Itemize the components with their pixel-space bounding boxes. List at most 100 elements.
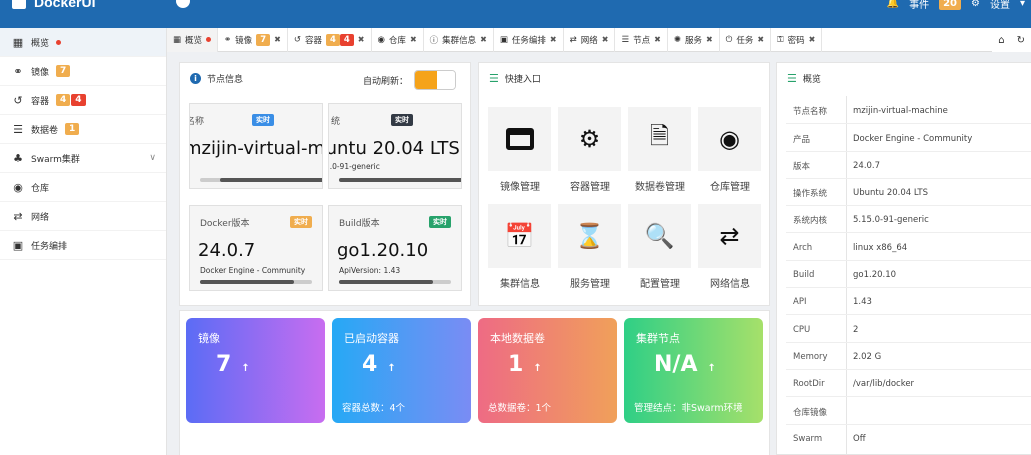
quick-containers-tile[interactable]: ⚙ [558,107,621,171]
stat-value: 7 ↑ [216,352,250,377]
tab-registry[interactable]: ◉ 仓库 ✖ [372,27,424,52]
quick-volumes-tile[interactable]: 🗎 [628,107,691,171]
stat-cluster-nodes[interactable]: 集群节点 N/A ↑ 管理结点：非Swarm环境 [624,318,763,423]
refresh-icon[interactable]: ↻ [1017,35,1025,46]
close-icon[interactable]: ✖ [480,35,487,44]
registry-icon: ◉ [13,180,23,194]
table-row: 产品 Docker Engine - Community [786,127,1031,152]
quick-network-tile[interactable]: ⇄ [698,204,761,268]
tab-label: 节点 [633,35,651,46]
quick-images-tile[interactable] [488,107,551,171]
quick-config-label[interactable]: 配置管理 [625,275,695,290]
quick-registry-tile[interactable]: ◉ [698,107,761,171]
sidebar-item-label: 仓库 [31,183,50,194]
dashboard-icon: ▦ [173,34,182,45]
node-name-value: mzijin-virtual-m... [189,138,323,159]
table-row: Build go1.20.10 [786,263,1031,288]
chevron-double-down-icon[interactable]: ∨ [149,153,156,163]
app-brand[interactable]: DockerUI [12,0,95,10]
quick-services-tile[interactable]: ⌛ [558,204,621,268]
quick-cluster-tile[interactable]: 📅 [488,204,551,268]
top-bar: DockerUI 🔔 事件 20 ⚙ 设置 ▾ [0,0,1031,28]
quick-volumes-label[interactable]: 数据卷管理 [625,178,695,193]
quick-network-label[interactable]: 网络信息 [695,275,765,290]
row-value: 1.43 [853,296,872,307]
stat-images[interactable]: 镜像 7 ↑ [186,318,325,423]
row-value: Ubuntu 20.04 LTS [853,187,929,198]
quick-services-label[interactable]: 服务管理 [555,275,625,290]
sidebar-item-overview[interactable]: ▦ 概览 [0,28,166,57]
sidebar-item-network[interactable]: ⇄ 网络 [0,202,166,231]
settings-label[interactable]: 设置 [990,0,1010,11]
row-key: 版本 [793,161,811,172]
quick-containers-label[interactable]: 容器管理 [555,178,625,193]
close-icon[interactable]: ✖ [274,35,281,44]
sidebar-item-containers[interactable]: ↺ 容器 4 4 [0,86,166,115]
sidebar: ▦ 概览 ⚭ 镜像 7 ↺ 容器 4 4 ☰ 数据卷 1 ♣ Swarm集群 ∨… [0,28,167,455]
table-row: Swarm Off [786,427,1031,452]
tab-badge: 7 [256,33,271,46]
events-badge[interactable]: 20 [939,0,961,10]
bell-icon[interactable]: 🔔 [887,0,899,9]
row-value: go1.20.10 [853,269,897,280]
quick-registry-label[interactable]: 仓库管理 [695,178,765,193]
compose-icon: ▣ [12,238,24,252]
realtime-tag: 实时 [391,114,413,126]
tab-network[interactable]: ⇄ 网络 ✖ [564,27,616,52]
stat-title: 已启动容器 [344,332,399,345]
close-icon[interactable]: ✖ [358,35,365,44]
close-icon[interactable]: ✖ [757,35,764,44]
table-row: 节点名称 mzijin-virtual-machine [786,99,1031,124]
stat-volumes[interactable]: 本地数据卷 1 ↑ 总数据卷：1个 [478,318,617,423]
tab-tasks[interactable]: ⏻ 任务 ✖ [720,27,772,52]
close-icon[interactable]: ✖ [550,35,557,44]
docker-version-value: 24.0.7 [198,240,256,261]
row-value: linux x86_64 [853,242,908,253]
close-icon[interactable]: ✖ [809,35,816,44]
stat-value: 4 ↑ [362,352,396,377]
card-label: 名称 [190,117,205,127]
gear-icon[interactable]: ⚙ [971,0,980,9]
tab-badge: 4 [339,33,354,46]
stat-number: 1 [508,352,524,377]
tab-secrets[interactable]: ⚿ 密码 ✖ [771,27,823,52]
row-key: Arch [793,242,813,253]
home-icon[interactable]: ⌂ [998,35,1004,46]
close-icon[interactable]: ✖ [410,35,417,44]
quick-cluster-label[interactable]: 集群信息 [485,275,555,290]
events-label[interactable]: 事件 [909,0,929,11]
tab-containers[interactable]: ↺ 容器 4 4 ✖ [288,27,372,52]
sidebar-item-compose[interactable]: ▣ 任务编排 [0,231,166,260]
quick-config-tile[interactable]: 🔍 [628,204,691,268]
os-value: Ubuntu 20.04 LTS [329,138,460,159]
quick-images-label[interactable]: 镜像管理 [485,178,555,193]
tab-overview[interactable]: ▦ 概览 [167,27,219,52]
sidebar-item-registry[interactable]: ◉ 仓库 [0,173,166,202]
tab-cluster-info[interactable]: ⓘ 集群信息 ✖ [424,27,494,52]
tab-compose[interactable]: ▣ 任务编排 ✖ [494,27,564,52]
tab-nodes[interactable]: ☰ 节点 ✖ [615,27,668,52]
close-icon[interactable]: ✖ [654,35,661,44]
sidebar-item-volumes[interactable]: ☰ 数据卷 1 [0,115,166,144]
sidebar-item-images[interactable]: ⚭ 镜像 7 [0,57,166,86]
registry-icon: ◉ [377,34,385,45]
toggle-off-area [437,71,455,89]
tab-services[interactable]: ✺ 服务 ✖ [668,27,720,52]
github-icon[interactable] [176,0,190,8]
tab-images[interactable]: ⚭ 镜像 7 ✖ [218,27,288,52]
toggle-on-knob [415,71,437,89]
power-icon: ⏻ [725,34,733,45]
row-value: mzijin-virtual-machine [853,105,948,116]
row-key: Memory [793,351,828,362]
close-icon[interactable]: ✖ [602,35,609,44]
tab-label: 镜像 [235,35,253,46]
close-icon[interactable]: ✖ [706,35,713,44]
sidebar-item-swarm[interactable]: ♣ Swarm集群 ∨ [0,144,166,173]
server-icon: ☰ [621,34,630,45]
container-icon: ↺ [293,34,301,45]
stat-running-containers[interactable]: 已启动容器 4 ↑ 容器总数：4个 [332,318,471,423]
card-label: Docker版本 [200,219,250,229]
search-icon: 🔍 [644,222,675,250]
chevron-down-icon[interactable]: ▾ [1020,0,1025,9]
auto-refresh-toggle[interactable] [414,70,456,90]
